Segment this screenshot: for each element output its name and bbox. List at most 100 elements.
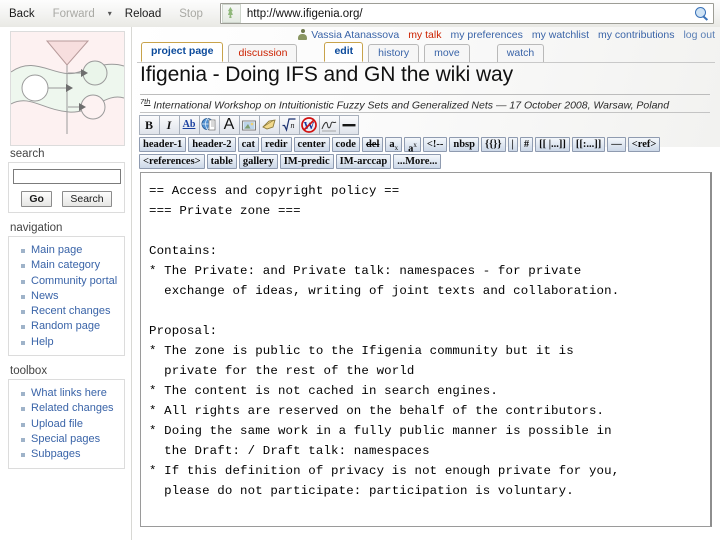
sidebar-item-subpages[interactable]: Subpages bbox=[21, 447, 124, 462]
tab-discussion[interactable]: discussion bbox=[228, 44, 298, 62]
sidebar-item-recent-changes[interactable]: Recent changes bbox=[21, 304, 124, 319]
nav-label: Help bbox=[31, 335, 54, 348]
ifigenia-generalized-net-logo[interactable] bbox=[10, 31, 125, 146]
insert-header-2-button[interactable]: header-2 bbox=[188, 137, 236, 152]
insert-gallery-button[interactable]: gallery bbox=[238, 154, 278, 169]
page-body: search Go Search navigation Main page Ma… bbox=[0, 27, 720, 540]
insert-comment-button[interactable]: <!-- bbox=[422, 137, 448, 152]
wikitext-editor[interactable]: == Access and copyright policy == === Pr… bbox=[140, 172, 712, 527]
insert-im-predic-button[interactable]: IM-predic bbox=[279, 154, 334, 169]
insert-del-button[interactable]: del bbox=[361, 137, 384, 152]
insert-superscript-button[interactable]: ax bbox=[404, 137, 421, 155]
toolbox-body: What links here Related changes Upload f… bbox=[8, 379, 125, 469]
insert-colon-link-button[interactable]: [[:...]] bbox=[571, 137, 606, 152]
my-watchlist-link[interactable]: my watchlist bbox=[532, 29, 589, 41]
url-text[interactable]: http://www.ifigenia.org/ bbox=[243, 8, 691, 20]
search-button[interactable]: Search bbox=[62, 191, 112, 207]
signature-icon[interactable] bbox=[319, 115, 339, 135]
wikitext-content[interactable]: == Access and copyright policy == === Pr… bbox=[149, 181, 704, 501]
tool-label: Special pages bbox=[31, 432, 101, 445]
subtitle-text: International Workshop on Intuitionistic… bbox=[150, 99, 670, 112]
internal-link-icon[interactable]: Ab bbox=[179, 115, 199, 135]
insert-piped-link-button[interactable]: [[ |...]] bbox=[535, 137, 570, 152]
edit-toolbar: B I Ab A n header-1 header-2 cat redir c… bbox=[139, 115, 711, 169]
nav-label: Community portal bbox=[31, 274, 118, 287]
address-bar[interactable]: http://www.ifigenia.org/ bbox=[219, 3, 714, 24]
sidebar-item-help[interactable]: Help bbox=[21, 335, 124, 350]
stop-button[interactable]: Stop bbox=[170, 1, 212, 27]
embedded-image-icon[interactable] bbox=[239, 115, 259, 135]
insert-header-1-button[interactable]: header-1 bbox=[139, 137, 187, 152]
sidebar-item-upload-file[interactable]: Upload file bbox=[21, 417, 124, 432]
nowiki-icon[interactable]: W bbox=[299, 115, 319, 135]
sidebar-item-news[interactable]: News bbox=[21, 289, 124, 304]
subtitle-divider bbox=[140, 112, 710, 113]
math-formula-icon[interactable]: n bbox=[279, 115, 299, 135]
generalized-net-diagram-icon bbox=[11, 32, 124, 145]
page-title: Ifigenia - Doing IFS and GN the wiki way bbox=[140, 63, 513, 86]
tool-label: Upload file bbox=[31, 417, 83, 430]
no-wiki-glyph: W bbox=[301, 117, 317, 133]
insert-redirect-button[interactable]: redir bbox=[260, 137, 292, 152]
horn-glyph bbox=[262, 119, 276, 130]
reload-button[interactable]: Reload bbox=[116, 1, 170, 27]
history-dropdown-icon[interactable]: ▾ bbox=[104, 1, 116, 27]
sidebar-item-related-changes[interactable]: Related changes bbox=[21, 401, 124, 416]
my-talk-link[interactable]: my talk bbox=[408, 29, 441, 41]
svg-text:n: n bbox=[291, 121, 295, 130]
media-file-icon[interactable] bbox=[259, 115, 279, 135]
insert-im-arccap-button[interactable]: IM-arccap bbox=[335, 154, 392, 169]
insert-mdash-button[interactable]: — bbox=[607, 137, 626, 152]
my-contributions-link[interactable]: my contributions bbox=[598, 29, 674, 41]
external-link-icon[interactable] bbox=[199, 115, 219, 135]
tab-edit[interactable]: edit bbox=[324, 42, 364, 62]
tab-project-page[interactable]: project page bbox=[141, 42, 224, 62]
sidebar-item-random-page[interactable]: Random page bbox=[21, 319, 124, 334]
more-templates-button[interactable]: ...More... bbox=[393, 154, 442, 169]
sidebar-item-main-category[interactable]: Main category bbox=[21, 258, 124, 273]
toolbox-heading: toolbox bbox=[10, 365, 48, 378]
horizontal-line-icon[interactable] bbox=[339, 115, 359, 135]
sidebar-item-special-pages[interactable]: Special pages bbox=[21, 432, 124, 447]
sidebar-item-community-portal[interactable]: Community portal bbox=[21, 274, 124, 289]
insert-references-button[interactable]: <references> bbox=[139, 154, 205, 169]
headline-icon[interactable]: A bbox=[219, 115, 239, 135]
insert-table-button[interactable]: table bbox=[206, 154, 237, 169]
subtitle-ordinal: 7th bbox=[140, 97, 151, 106]
search-go-button[interactable] bbox=[691, 4, 713, 23]
sidebar-item-main-page[interactable]: Main page bbox=[21, 243, 124, 258]
edit-toolbar-template-row-1: header-1 header-2 cat redir center code … bbox=[139, 137, 711, 155]
username-link[interactable]: Vassia Atanassova bbox=[311, 29, 399, 41]
tab-history[interactable]: history bbox=[368, 44, 420, 62]
insert-nbsp-button[interactable]: nbsp bbox=[449, 137, 479, 152]
navigation-list: Main page Main category Community portal… bbox=[9, 241, 124, 350]
insert-center-button[interactable]: center bbox=[293, 137, 330, 152]
nav-label: News bbox=[31, 289, 59, 302]
my-preferences-link[interactable]: my preferences bbox=[450, 29, 522, 41]
search-input[interactable] bbox=[12, 169, 121, 184]
bold-icon[interactable]: B bbox=[139, 115, 159, 135]
go-button[interactable]: Go bbox=[21, 191, 52, 207]
insert-hash-button[interactable]: # bbox=[519, 137, 534, 152]
portlet-search: search Go Search bbox=[8, 148, 125, 213]
insert-subscript-button[interactable]: ax bbox=[385, 137, 403, 152]
insert-template-braces-button[interactable]: {{}} bbox=[480, 137, 506, 152]
search-buttons: Go Search bbox=[9, 189, 124, 207]
insert-code-button[interactable]: code bbox=[331, 137, 360, 152]
sqrt-n-glyph: n bbox=[282, 118, 296, 132]
forward-button[interactable]: Forward bbox=[44, 1, 104, 27]
nav-label: Recent changes bbox=[31, 305, 111, 318]
back-button[interactable]: Back bbox=[0, 1, 44, 27]
search-heading: search bbox=[10, 148, 45, 160]
insert-category-button[interactable]: cat bbox=[237, 137, 259, 152]
signature-glyph bbox=[321, 121, 337, 132]
log-out-link[interactable]: log out bbox=[683, 29, 715, 41]
insert-ref-button[interactable]: <ref> bbox=[627, 137, 661, 152]
tool-label: Related changes bbox=[31, 402, 114, 415]
sidebar-item-what-links-here[interactable]: What links here bbox=[21, 386, 124, 401]
title-divider bbox=[140, 94, 710, 95]
insert-pipe-button[interactable]: | bbox=[507, 137, 518, 152]
italic-icon[interactable]: I bbox=[159, 115, 179, 135]
tab-watch[interactable]: watch bbox=[496, 44, 545, 62]
tab-move[interactable]: move bbox=[424, 44, 470, 62]
